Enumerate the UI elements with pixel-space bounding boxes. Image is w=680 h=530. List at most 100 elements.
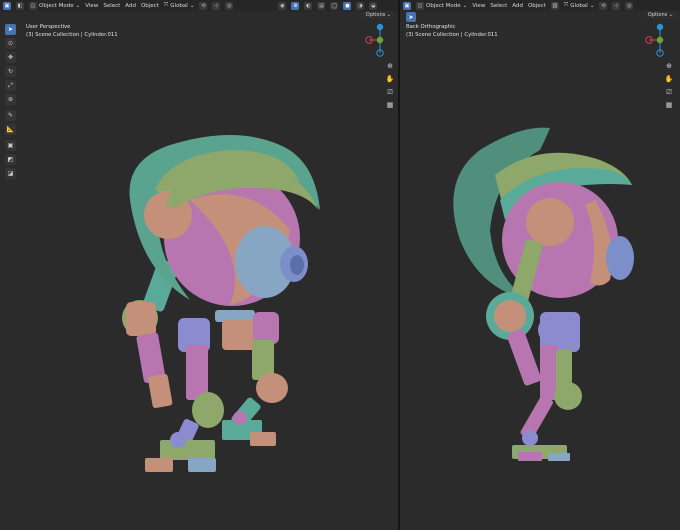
cursor-icon[interactable]: ⊙ [5,38,16,49]
camera-icon[interactable]: ⎚ [386,88,394,96]
measure-icon[interactable]: 📐 [5,124,16,135]
object-mode-icon: ◫ [29,1,37,10]
robot-model-perspective[interactable] [0,0,398,530]
forearm [507,329,542,386]
menu-view[interactable]: View [85,3,98,9]
menu-add[interactable]: Add [512,3,523,9]
zoom-icon[interactable]: ⊕ [665,62,673,70]
menu-select[interactable]: Select [490,3,507,9]
toe-b [548,453,570,461]
neck-ring [215,310,255,322]
select-box-icon[interactable]: ➤ [5,24,16,35]
knee-left [192,392,224,428]
menu-object[interactable]: Object [141,3,159,9]
z-axis-handle [656,23,664,31]
toe-right [250,432,276,446]
select-mode-icon[interactable]: ◧ [16,1,24,10]
orientation-dropdown[interactable]: ⤧ Global ⌄ [164,2,195,9]
menu-select[interactable]: Select [103,3,120,9]
menu-object[interactable]: Object [528,3,546,9]
snap-icon[interactable]: ⊹ [212,1,221,10]
viewport-header: ▣ ◧ ◫ Object Mode ⌄ View Select Add Object… [0,0,398,11]
mode-dropdown[interactable]: ◫ Object Mode ⌄ [416,1,468,10]
upper-arm-teal [143,259,179,312]
snap-icon[interactable]: ⊹ [612,1,621,10]
camera-icon[interactable]: ⎚ [665,88,673,96]
eye-lens-inner [290,255,304,275]
hood-edge [500,168,632,220]
toe-left-a [145,458,173,472]
nav-controls: ⊕ ✋ ⎚ ▦ [665,62,674,109]
foot-left [160,440,215,460]
viewport-right[interactable]: ▣ ◫ Object Mode ⌄ View Select Add Object ⛓… [400,0,680,530]
rotate-icon[interactable]: ↻ [5,66,16,77]
shoulder-disc [494,300,526,332]
pivot-icon[interactable]: ⟲ [599,1,608,10]
gizmo-toggle-icon[interactable]: ⊕ [291,1,300,10]
grid-icon[interactable]: ▦ [386,101,394,109]
hand-pan-icon[interactable]: ✋ [386,75,395,83]
mode-dropdown[interactable]: ◫ Object Mode ⌄ [29,1,80,10]
object-mode-icon: ◫ [416,1,424,10]
link-icon[interactable]: ⛓ [550,1,559,10]
select-box-icon[interactable]: ➤ [406,12,416,22]
z-axis-handle [376,23,384,31]
menu-add[interactable]: Add [125,3,136,9]
hood-rim [155,150,300,195]
orientation-dropdown[interactable]: ⤧ Global ⌄ [564,2,595,9]
head-sphere [502,182,618,298]
viewport-left[interactable]: ▣ ◧ ◫ Object Mode ⌄ View Select Add Object… [0,0,398,530]
editor-type-icon[interactable]: ▣ [3,1,11,10]
xray-icon[interactable]: ▤ [317,1,326,10]
scale-icon[interactable]: ⤢ [5,80,16,91]
hip-disc [538,316,566,344]
grid-icon[interactable]: ▦ [665,101,673,109]
navigation-gizmo[interactable] [640,18,680,62]
add-plane-icon[interactable]: ◩ [5,154,16,165]
wireframe-shading-icon[interactable]: ◯ [330,1,339,10]
proportional-icon[interactable]: ◎ [625,1,634,10]
solid-shading-icon[interactable]: ● [343,1,352,10]
thigh-left [186,345,208,400]
toolbar: ➤ ⊙ ✥ ↻ ⤢ ⊛ ✎ 📐 ▣ ◩ ◪ [5,24,16,182]
proportional-icon[interactable]: ◎ [225,1,234,10]
knee-right [256,373,288,403]
head-sphere [164,170,300,306]
wrist [148,373,173,409]
ear-sphere [526,198,574,246]
chevron-down-icon: ⌄ [462,2,468,9]
visibility-icon[interactable]: ◉ [278,1,287,10]
editor-type-icon[interactable]: ▣ [403,1,411,10]
zoom-icon[interactable]: ⊕ [386,62,394,70]
pivot-icon[interactable]: ⟲ [199,1,208,10]
hand-pan-icon[interactable]: ✋ [665,75,674,83]
y-axis-handle [376,36,384,44]
annotate-icon[interactable]: ✎ [5,110,16,121]
toe [518,452,542,461]
move-icon[interactable]: ✥ [5,52,16,63]
overlay-icon[interactable]: ◐ [304,1,313,10]
collection-info: (3) Scene Collection | Cylinder.011 [26,32,118,38]
hood-back [453,127,550,300]
hood-front [165,165,318,210]
navigation-gizmo[interactable] [360,18,398,62]
ankle [522,430,538,446]
robot-model-back[interactable] [400,0,680,530]
add-cube-icon[interactable]: ▣ [5,140,16,151]
add-cylinder-icon[interactable]: ◪ [5,168,16,179]
rendered-shading-icon[interactable]: ◒ [369,1,378,10]
view-name: Back Orthographic [406,24,456,30]
transform-icon[interactable]: ⊛ [5,94,16,105]
orientation-icon: ⤧ [163,2,169,8]
hip-right [253,312,279,344]
eye-lens [280,246,308,282]
hip [540,312,580,352]
shoulder-joint [122,300,158,336]
material-shading-icon[interactable]: ◑ [356,1,365,10]
eye-lens [606,236,634,280]
y-axis-handle [656,36,664,44]
chevron-down-icon: ⌄ [189,2,195,9]
forearm [136,332,166,383]
hood [129,135,320,300]
menu-view[interactable]: View [472,3,485,9]
